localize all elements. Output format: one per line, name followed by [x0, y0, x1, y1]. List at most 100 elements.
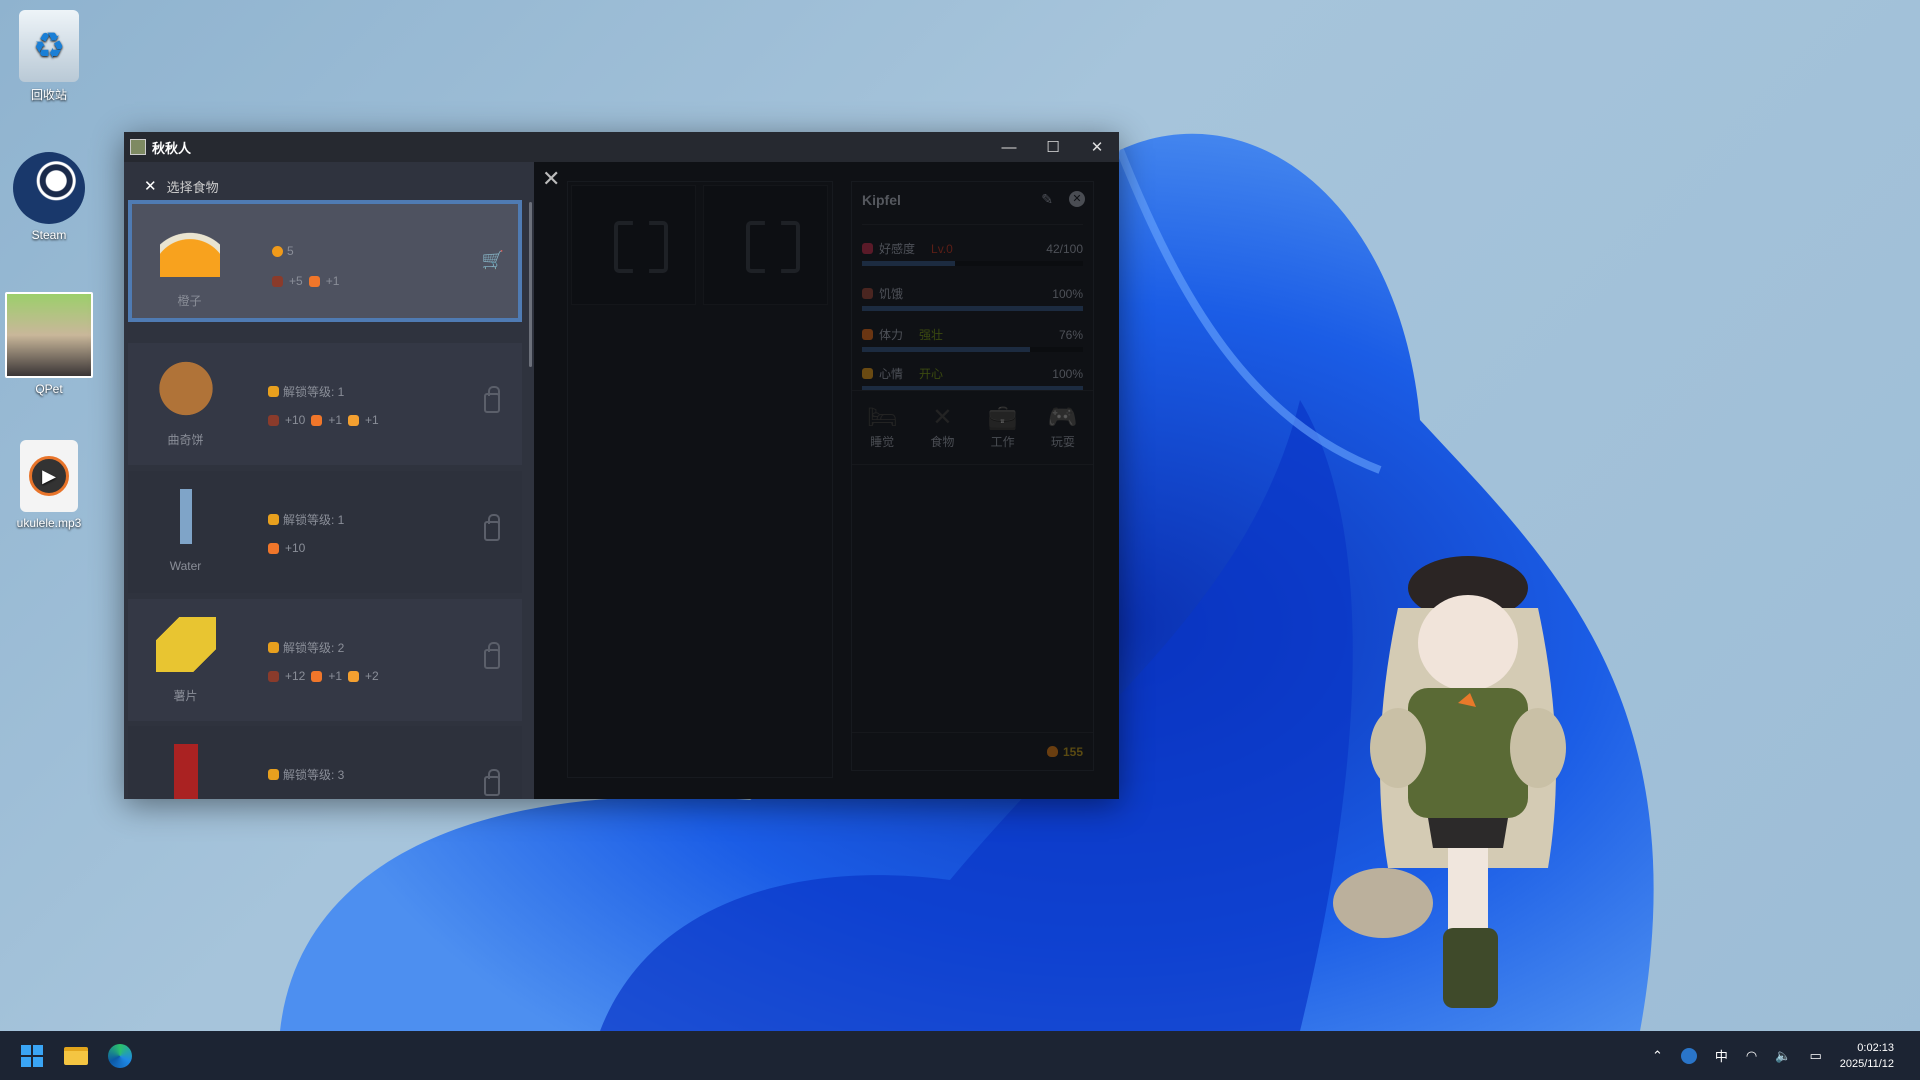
- hunger-icon: [268, 415, 279, 426]
- food-panel-title: 选择食物: [167, 177, 219, 196]
- lock-icon: [268, 386, 279, 397]
- stat-row: 心情开心100%: [862, 365, 1083, 382]
- food-name: Water: [128, 559, 243, 573]
- unlock-level: 解锁等级: 1: [283, 511, 344, 528]
- unlock-level: 解锁等级: 2: [283, 639, 344, 656]
- empty-slot[interactable]: [703, 185, 828, 305]
- food-image: [156, 361, 216, 416]
- steam-icon: [13, 152, 85, 224]
- food-item[interactable]: 橙子 5 +5+1 🛒: [128, 200, 522, 322]
- window-title: 秋秋人: [152, 138, 191, 157]
- gamepad-icon: 🎮: [1038, 403, 1088, 433]
- action-utensils[interactable]: ✕食物: [917, 403, 967, 464]
- edit-icon[interactable]: ✎: [1041, 191, 1053, 208]
- food-image: [160, 222, 220, 277]
- food-name: 橙子: [132, 292, 247, 309]
- recycle-bin-icon: ♻: [19, 10, 79, 82]
- action-bed[interactable]: 🛏睡觉: [857, 403, 907, 464]
- food-image: [156, 744, 216, 799]
- hunger-icon: [268, 671, 279, 682]
- energy-icon: [311, 415, 322, 426]
- lock-icon: [484, 649, 500, 669]
- maximize-button[interactable]: ☐: [1031, 132, 1075, 162]
- file-explorer-button[interactable]: [56, 1036, 96, 1076]
- lock-icon: [268, 642, 279, 653]
- food-panel: ✕选择食物 橙子 5 +5+1 🛒 曲奇饼 解锁等级: 1 +10+1+1 Wa…: [124, 162, 534, 799]
- stat-icon: [862, 288, 873, 299]
- coin-bag-icon: [1047, 746, 1058, 757]
- desktop-icon-steam[interactable]: Steam: [1, 152, 97, 242]
- taskbar: ⌃ 中 ◠ 🔈 ▭ 0:02:132025/11/12: [0, 1031, 1920, 1080]
- lock-icon: [484, 776, 500, 796]
- desktop-icon-recycle-bin[interactable]: ♻ 回收站: [1, 10, 97, 103]
- ime-indicator[interactable]: 中: [1715, 1046, 1728, 1065]
- stat-bar: [862, 347, 1083, 352]
- windows-icon: [21, 1045, 43, 1067]
- desktop-icon-qpet[interactable]: QPet: [1, 292, 97, 396]
- start-button[interactable]: [12, 1036, 52, 1076]
- energy-icon: [268, 543, 279, 554]
- focus-bracket-icon: [614, 221, 668, 273]
- action-gamepad[interactable]: 🎮玩耍: [1038, 403, 1088, 464]
- focus-bracket-icon: [746, 221, 800, 273]
- stat-row: 好感度Lv.042/100: [862, 240, 1083, 257]
- desktop-icon-ukulele[interactable]: ▶ ukulele.mp3: [1, 440, 97, 530]
- pet-stats-panel: Kipfel ✎ ✕ 好感度Lv.042/100 饥饿100% 体力强壮76% …: [851, 181, 1094, 771]
- media-file-icon: ▶: [20, 440, 78, 512]
- scrollbar[interactable]: [529, 202, 532, 367]
- briefcase-icon: 💼: [978, 403, 1028, 433]
- food-item[interactable]: 曲奇饼 解锁等级: 1 +10+1+1: [128, 343, 522, 465]
- unlock-level: 解锁等级: 3: [283, 766, 344, 783]
- title-bar[interactable]: 秋秋人 — ☐ ✕: [124, 132, 1119, 162]
- edge-button[interactable]: [100, 1036, 140, 1076]
- hunger-icon: [272, 276, 283, 287]
- lock-icon: [484, 521, 500, 541]
- mood-icon: [348, 415, 359, 426]
- lock-icon: [484, 393, 500, 413]
- food-item[interactable]: 解锁等级: 3: [128, 726, 522, 799]
- utensils-icon: ✕: [917, 403, 967, 433]
- battery-icon[interactable]: ▭: [1809, 1048, 1821, 1064]
- food-item[interactable]: Water 解锁等级: 1 +10: [128, 471, 522, 593]
- food-item[interactable]: 薯片 解锁等级: 2 +12+1+2: [128, 599, 522, 721]
- stat-row: 体力强壮76%: [862, 326, 1083, 343]
- slot-area: [567, 181, 833, 778]
- pet-name: Kipfel: [862, 192, 901, 208]
- coin-bag-icon: [272, 246, 283, 257]
- stat-icon: [862, 329, 873, 340]
- close-circle-icon[interactable]: ✕: [1069, 191, 1085, 207]
- desktop-pet-character[interactable]: [1328, 548, 1608, 1028]
- energy-icon: [311, 671, 322, 682]
- mood-icon: [348, 671, 359, 682]
- food-image: [156, 617, 216, 672]
- wifi-icon[interactable]: ◠: [1746, 1048, 1757, 1064]
- lock-icon: [268, 769, 279, 780]
- folder-icon: [64, 1047, 88, 1065]
- stat-row: 饥饿100%: [862, 285, 1083, 302]
- food-price: 5: [287, 244, 294, 258]
- food-name: 薯片: [128, 687, 243, 704]
- minimize-button[interactable]: —: [987, 132, 1031, 162]
- qpet-icon: [5, 292, 93, 378]
- coin-balance: 155: [852, 732, 1093, 770]
- chevron-up-icon[interactable]: ⌃: [1652, 1048, 1663, 1064]
- bed-icon: 🛏: [857, 403, 907, 433]
- overlay-close-button[interactable]: ✕: [542, 166, 560, 192]
- volume-icon[interactable]: 🔈: [1775, 1048, 1791, 1064]
- energy-icon: [309, 276, 320, 287]
- add-to-cart-button[interactable]: 🛒: [482, 250, 504, 271]
- lock-icon: [268, 514, 279, 525]
- stat-bar: [862, 261, 1083, 266]
- app-window: 秋秋人 — ☐ ✕ ✕选择食物 橙子 5 +5+1 🛒 曲奇饼 解锁等级: 1 …: [124, 132, 1119, 799]
- pet-overlay: ✕ Kipfel ✎ ✕ 好感度Lv.042/100 饥饿100% 体力强壮76…: [534, 162, 1119, 799]
- stat-icon: [862, 368, 873, 379]
- close-button[interactable]: ✕: [1075, 132, 1119, 162]
- action-briefcase[interactable]: 💼工作: [978, 403, 1028, 464]
- food-image: [156, 489, 216, 544]
- clock[interactable]: 0:02:132025/11/12: [1840, 1040, 1894, 1072]
- stat-bar: [862, 306, 1083, 311]
- stat-icon: [862, 243, 873, 254]
- empty-slot[interactable]: [571, 185, 696, 305]
- food-name: 曲奇饼: [128, 431, 243, 448]
- steam-tray-icon[interactable]: [1681, 1048, 1697, 1064]
